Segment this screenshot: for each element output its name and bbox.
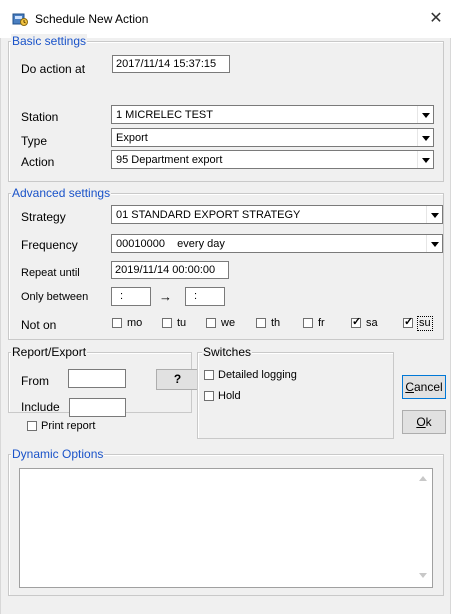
cancel-mnemonic: C <box>405 380 414 394</box>
day-th-label: th <box>271 317 281 329</box>
cancel-button[interactable]: Cancel <box>402 375 446 399</box>
action-label: Action <box>21 155 55 169</box>
from-label: From <box>21 374 49 388</box>
hold-checkbox[interactable] <box>204 391 214 401</box>
action-value: 95 Department export <box>116 154 223 166</box>
repeat-until-label: Repeat until <box>21 267 80 279</box>
day-sa-label: sa <box>366 317 378 329</box>
ok-button-label: Ok <box>416 411 431 433</box>
day-we-checkbox[interactable] <box>206 318 216 328</box>
frequency-select[interactable]: 00010000 every day <box>111 234 443 253</box>
day-su-label: su <box>417 316 433 331</box>
include-label: Include <box>21 400 60 414</box>
print-report-checkbox[interactable] <box>27 421 37 431</box>
station-select[interactable]: 1 MICRELEC TEST <box>111 105 434 124</box>
type-select[interactable]: Export <box>111 128 434 147</box>
type-label: Type <box>21 134 48 148</box>
detailed-logging-checkbox[interactable] <box>204 370 214 380</box>
advanced-settings-legend: Advanced settings <box>11 186 112 200</box>
strategy-value: 01 STANDARD EXPORT STRATEGY <box>116 209 301 221</box>
detailed-logging-label: Detailed logging <box>218 369 297 381</box>
only-between-to-field[interactable]: : <box>185 287 225 306</box>
only-between-label: Only between <box>21 291 89 303</box>
day-tu-label: tu <box>177 317 187 329</box>
ok-mnemonic: O <box>416 415 426 429</box>
station-value: 1 MICRELEC TEST <box>116 109 213 121</box>
browse-button-label: ? <box>173 372 182 386</box>
chevron-down-icon[interactable] <box>417 129 433 146</box>
station-label: Station <box>21 110 59 124</box>
do-action-at-field[interactable]: 2017/11/14 15:37:15 <box>112 55 230 73</box>
only-between-from-field[interactable]: : <box>111 287 151 306</box>
chevron-down-icon[interactable] <box>417 151 433 168</box>
cancel-button-label: Cancel <box>405 376 442 398</box>
day-th-checkbox[interactable] <box>256 318 266 328</box>
close-icon[interactable]: ✕ <box>424 7 448 31</box>
report-export-legend: Report/Export <box>11 345 88 359</box>
cancel-label-rest: ancel <box>413 380 443 394</box>
do-action-at-label: Do action at <box>21 62 86 76</box>
ok-button[interactable]: Ok <box>402 410 446 434</box>
chevron-down-icon[interactable] <box>417 106 433 123</box>
dynamic-options-textarea[interactable] <box>19 468 433 588</box>
browse-button[interactable]: ? <box>156 369 199 390</box>
chevron-down-icon[interactable] <box>426 206 442 223</box>
type-value: Export <box>116 132 148 144</box>
scroll-up-icon[interactable] <box>419 476 427 481</box>
day-mo-checkbox[interactable] <box>112 318 122 328</box>
ok-label-rest: k <box>425 415 432 429</box>
print-report-label: Print report <box>41 420 96 432</box>
day-fr-checkbox[interactable] <box>303 318 313 328</box>
from-field[interactable] <box>68 369 126 388</box>
switches-legend: Switches <box>202 345 253 359</box>
app-icon <box>12 13 28 26</box>
day-sa-checkbox[interactable] <box>351 315 361 328</box>
window-border-left <box>0 38 1 614</box>
scroll-down-icon[interactable] <box>419 573 427 578</box>
chevron-down-icon[interactable] <box>426 235 442 252</box>
dynamic-options-legend: Dynamic Options <box>11 447 105 461</box>
not-on-label: Not on <box>21 318 57 332</box>
day-su-checkbox[interactable] <box>403 315 413 328</box>
day-fr-label: fr <box>318 317 325 329</box>
day-we-label: we <box>221 317 236 329</box>
arrow-right-icon: → <box>159 289 172 304</box>
hold-label: Hold <box>218 390 241 402</box>
strategy-select[interactable]: 01 STANDARD EXPORT STRATEGY <box>111 205 443 224</box>
action-select[interactable]: 95 Department export <box>111 150 434 169</box>
repeat-until-field[interactable]: 2019/11/14 00:00:00 <box>111 261 229 279</box>
include-field[interactable] <box>69 398 126 417</box>
strategy-label: Strategy <box>21 210 66 224</box>
frequency-label: Frequency <box>21 238 78 252</box>
day-mo-label: mo <box>127 317 143 329</box>
window-title: Schedule New Action <box>35 12 149 26</box>
basic-settings-legend: Basic settings <box>11 34 88 48</box>
frequency-value: 00010000 every day <box>116 238 225 250</box>
day-tu-checkbox[interactable] <box>162 318 172 328</box>
